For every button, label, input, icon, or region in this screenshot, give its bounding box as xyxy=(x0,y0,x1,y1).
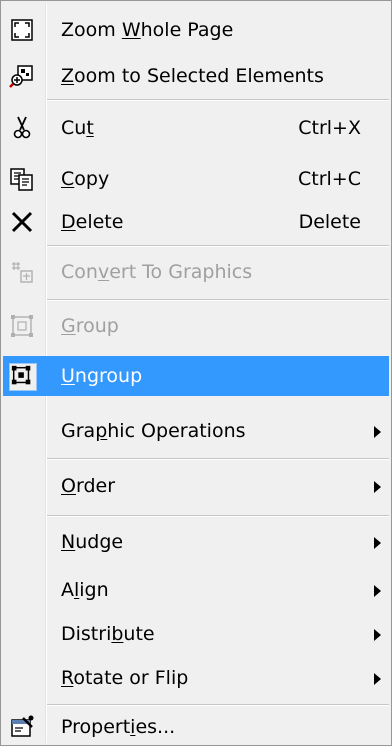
menu-item-label: Ungroup xyxy=(61,365,143,387)
context-menu: Zoom Whole Page Zoom to Selected Element… xyxy=(0,0,392,746)
submenu-arrow-icon xyxy=(374,481,381,493)
menu-item-delete[interactable]: Delete Delete xyxy=(3,202,389,242)
menu-separator xyxy=(47,458,389,460)
menu-item-nudge[interactable]: Nudge xyxy=(3,522,389,562)
menu-separator xyxy=(47,99,389,101)
menu-item-label: Align xyxy=(61,579,109,601)
menu-item-align[interactable]: Align xyxy=(3,570,389,610)
properties-icon xyxy=(9,714,35,740)
submenu-arrow-icon xyxy=(374,585,381,597)
menu-item-label: Graphic Operations xyxy=(61,420,246,442)
group-icon xyxy=(9,313,35,339)
menu-separator xyxy=(47,515,389,517)
convert-graphics-icon xyxy=(9,259,35,285)
menu-item-zoom-whole-page[interactable]: Zoom Whole Page xyxy=(3,10,389,50)
menu-item-label: Copy xyxy=(61,168,110,190)
zoom-selected-icon xyxy=(9,63,35,89)
menu-item-convert-to-graphics: Convert To Graphics xyxy=(3,252,389,292)
menu-item-shortcut: Delete xyxy=(298,211,361,233)
menu-separator xyxy=(47,704,389,706)
menu-item-copy[interactable]: Copy Ctrl+C xyxy=(3,159,389,199)
menu-item-cut[interactable]: Cut Ctrl+X xyxy=(3,108,389,148)
menu-item-label: Order xyxy=(61,475,116,497)
menu-item-order[interactable]: Order xyxy=(3,466,389,506)
menu-item-label: Rotate or Flip xyxy=(61,667,189,689)
menu-item-label: Zoom Whole Page xyxy=(61,19,234,41)
menu-item-label: Nudge xyxy=(61,531,124,553)
submenu-arrow-icon xyxy=(374,537,381,549)
menu-item-label: Distribute xyxy=(61,623,155,645)
menu-separator xyxy=(47,245,389,247)
menu-item-label: Zoom to Selected Elements xyxy=(61,65,324,87)
submenu-arrow-icon xyxy=(374,673,381,685)
ungroup-icon xyxy=(9,363,37,391)
submenu-arrow-icon xyxy=(374,629,381,641)
menu-item-properties[interactable]: Properties... xyxy=(3,707,389,747)
menu-item-ungroup[interactable]: Ungroup xyxy=(3,356,389,396)
scissors-icon xyxy=(9,115,35,141)
menu-item-shortcut: Ctrl+X xyxy=(298,117,361,139)
menu-item-group: Group xyxy=(3,306,389,346)
submenu-arrow-icon xyxy=(374,426,381,438)
menu-item-label: Convert To Graphics xyxy=(61,261,253,283)
copy-icon xyxy=(9,166,35,192)
zoom-whole-page-icon xyxy=(9,17,35,43)
menu-item-distribute[interactable]: Distribute xyxy=(3,614,389,654)
menu-item-graphic-operations[interactable]: Graphic Operations xyxy=(3,411,389,451)
delete-x-icon xyxy=(9,209,35,235)
menu-item-rotate-or-flip[interactable]: Rotate or Flip xyxy=(3,658,389,698)
menu-separator xyxy=(47,299,389,301)
menu-item-label: Delete xyxy=(61,211,124,233)
menu-item-label: Cut xyxy=(61,117,94,139)
menu-item-shortcut: Ctrl+C xyxy=(298,168,361,190)
menu-item-zoom-selected[interactable]: Zoom to Selected Elements xyxy=(3,56,389,96)
menu-item-label: Group xyxy=(61,315,119,337)
menu-item-label: Properties... xyxy=(61,716,176,738)
